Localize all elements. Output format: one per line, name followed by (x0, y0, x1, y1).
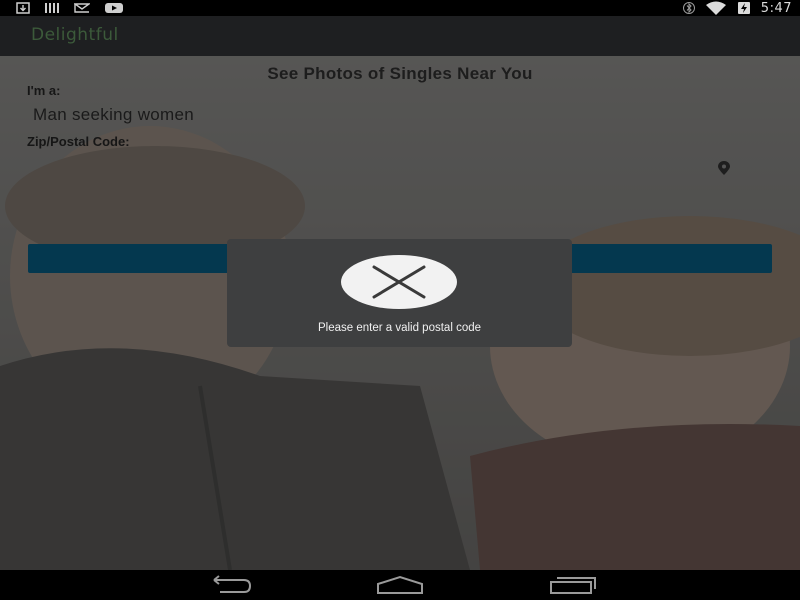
barcode-icon (45, 3, 59, 13)
home-icon (377, 575, 423, 594)
back-icon (213, 575, 252, 593)
gender-label: I'm a: (27, 83, 61, 98)
app-title: Delightful (31, 25, 119, 45)
error-toast: Please enter a valid postal code (227, 239, 572, 347)
form-headline: See Photos of Singles Near You (267, 64, 533, 83)
back-button[interactable] (206, 575, 252, 598)
youtube-icon (105, 3, 123, 13)
home-button[interactable] (376, 575, 424, 598)
zip-label: Zip/Postal Code: (27, 134, 130, 149)
download-icon (16, 2, 30, 14)
status-bar: 5:47 (0, 0, 800, 16)
navigation-bar (0, 570, 800, 600)
toast-message: Please enter a valid postal code (317, 322, 482, 334)
error-circle (341, 255, 457, 309)
wifi-icon (705, 1, 726, 15)
status-clock: 5:47 (760, 0, 792, 16)
recents-button[interactable] (549, 575, 597, 598)
app-bar: Delightful (0, 16, 800, 56)
location-pin-icon[interactable] (715, 160, 733, 176)
mail-outline-icon (74, 3, 90, 13)
main-content: See Photos of Singles Near You I'm a: Ma… (0, 56, 800, 570)
recents-icon (550, 577, 596, 594)
close-icon (372, 265, 426, 299)
battery-charging-icon (737, 2, 750, 14)
seeking-selector[interactable]: Man seeking women (33, 105, 194, 125)
bluetooth-icon (682, 2, 695, 14)
zip-input[interactable] (27, 152, 731, 182)
